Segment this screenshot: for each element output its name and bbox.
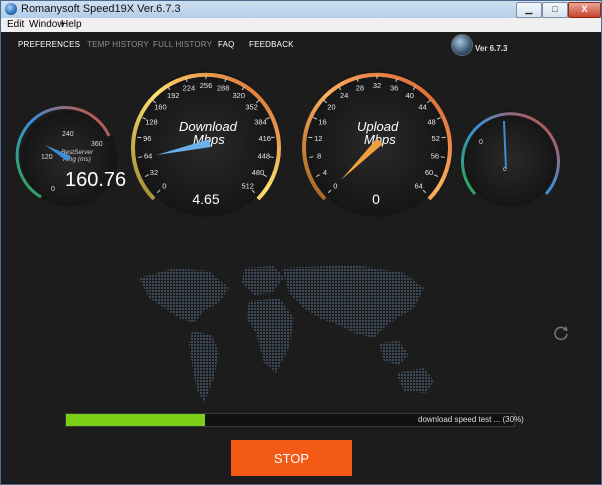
ping-tick: 120: [41, 154, 53, 161]
app-icon: [5, 3, 17, 15]
ping-tick: 240: [62, 131, 74, 138]
ping-gauge: 0 120 240 360 BestServer Ping (ms): [15, 106, 117, 207]
gauge-tick: 416: [258, 134, 271, 143]
progress-status: download speed test ... (30%): [418, 415, 524, 424]
gauge-tick: 40: [406, 91, 414, 100]
stop-button[interactable]: STOP: [231, 440, 352, 476]
gauge-tick: 44: [418, 103, 426, 112]
gauge-tick: 56: [431, 152, 439, 161]
menu-bar: Edit Window Help: [1, 18, 601, 33]
gauge-tick: 448: [258, 152, 271, 161]
gauge-tick: 384: [254, 117, 267, 126]
gauge-tick: 32: [373, 81, 381, 90]
gauge-tick: 24: [340, 91, 348, 100]
menu-edit[interactable]: Edit: [7, 19, 24, 30]
menu-window[interactable]: Window: [29, 19, 65, 30]
upload-value: 0: [372, 191, 380, 207]
gauge-tick: 60: [425, 168, 433, 177]
progress-fill: [66, 414, 205, 426]
ping-tick: 0: [51, 186, 55, 193]
latency-gauge: 0 c: [461, 111, 560, 207]
gauge-tick: 52: [432, 134, 440, 143]
gauge-tick: 352: [245, 103, 258, 112]
gauge-tick: 320: [233, 91, 246, 100]
refresh-icon[interactable]: [552, 324, 570, 342]
gauge-tick: 288: [217, 84, 230, 93]
latency-tick: 0: [479, 139, 483, 146]
download-value: 4.65: [192, 191, 220, 207]
gauges-panel: 0 120 240 360 BestServer Ping (ms) 0 32 64…: [15, 71, 560, 217]
gauge-tick: 48: [427, 117, 435, 126]
gauge-tick: 192: [167, 91, 180, 100]
gauge-tick: 20: [327, 103, 335, 112]
gauge-tick: 256: [200, 81, 213, 90]
gauge-tick: 224: [183, 84, 196, 93]
ping-value: 160.76: [65, 169, 127, 191]
gauge-tick: 64: [144, 152, 152, 161]
gauge-tick: 512: [241, 182, 254, 191]
gauge-tick: 96: [143, 134, 151, 143]
gauge-tick: 36: [390, 84, 398, 93]
gauge-tick: 32: [150, 168, 158, 177]
gauge-tick: 480: [252, 168, 265, 177]
app-window: Romanysoft Speed19X Ver.6.7.3 ▁ □ X Edit…: [0, 0, 602, 485]
gauge-tick: 64: [415, 182, 423, 191]
gauge-tick: 16: [318, 117, 326, 126]
ping-tick: 360: [91, 141, 103, 148]
gauge-tick: 8: [317, 152, 321, 161]
gauge-tick: 160: [154, 103, 167, 112]
minimize-button[interactable]: ▁: [516, 2, 542, 18]
menu-help[interactable]: Help: [61, 19, 82, 30]
title-bar[interactable]: Romanysoft Speed19X Ver.6.7.3 ▁ □ X: [1, 1, 601, 18]
world-map: [139, 265, 434, 403]
gauge-tick: 28: [356, 84, 364, 93]
window-title: Romanysoft Speed19X Ver.6.7.3: [21, 3, 181, 15]
gauge-tick: 128: [145, 117, 158, 126]
gauge-tick: 4: [323, 168, 327, 177]
close-button[interactable]: X: [568, 2, 601, 18]
gauge-tick: 0: [162, 182, 166, 191]
maximize-button[interactable]: □: [542, 2, 568, 18]
gauge-tick: 0: [333, 182, 337, 191]
gauge-tick: 12: [314, 134, 322, 143]
